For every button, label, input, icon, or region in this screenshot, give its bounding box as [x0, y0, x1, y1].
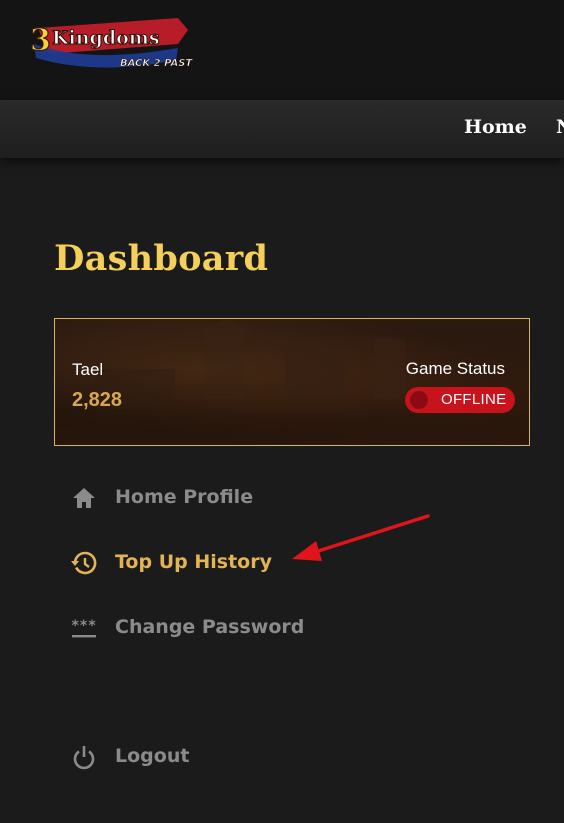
menu-item-label: Logout [115, 745, 190, 767]
menu-item-change-password[interactable]: *** Change Password [70, 608, 370, 648]
main-navbar: Home N [0, 100, 564, 158]
game-status-value: OFFLINE [441, 391, 507, 408]
svg-text:BACK 2 PAST: BACK 2 PAST [120, 58, 193, 69]
history-icon [71, 551, 97, 575]
tael-value: 2,828 [72, 389, 123, 411]
game-status-label: Game Status [405, 359, 505, 378]
card-background-art [55, 319, 529, 445]
svg-text:Kingdoms: Kingdoms [52, 27, 160, 49]
password-icon: *** [71, 618, 96, 638]
menu-item-home-profile[interactable]: Home Profile [70, 478, 370, 518]
menu-item-label: Change Password [115, 616, 305, 638]
site-logo[interactable]: 3 Kingdoms BACK 2 PAST [28, 14, 194, 74]
power-icon [73, 746, 95, 770]
game-status-badge: OFFLINE [405, 387, 515, 413]
menu-item-logout[interactable]: Logout [70, 737, 370, 777]
menu-item-label: Top Up History [115, 551, 272, 573]
menu-item-label: Home Profile [115, 486, 254, 508]
tael-label: Tael [72, 360, 104, 379]
page-title: Dashboard [54, 238, 269, 279]
menu-item-top-up-history[interactable]: Top Up History [70, 543, 370, 583]
home-icon [73, 488, 95, 508]
svg-text:***: *** [71, 618, 96, 634]
nav-next-link[interactable]: N [556, 116, 564, 138]
top-header: 3 Kingdoms BACK 2 PAST [0, 0, 564, 100]
svg-text:3: 3 [30, 23, 51, 58]
account-summary-card: Tael 2,828 Game Status OFFLINE [54, 318, 530, 446]
nav-home-link[interactable]: Home [464, 116, 527, 138]
status-dot-icon [410, 391, 428, 409]
